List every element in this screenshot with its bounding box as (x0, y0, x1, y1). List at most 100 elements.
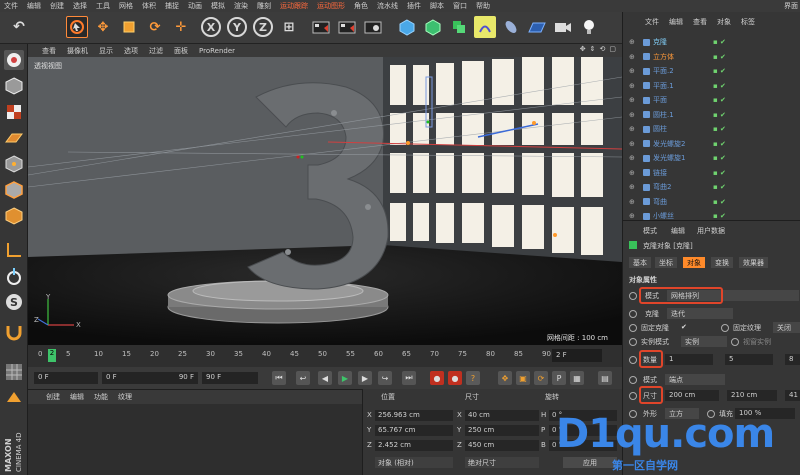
coord-mode-dropdown[interactable]: 对象 (相对) (375, 457, 453, 468)
visibility-check-icon[interactable]: ▪ ✔ (713, 53, 726, 61)
scale-tool-icon[interactable] (118, 16, 140, 38)
prev-key-icon[interactable]: ↩ (296, 371, 310, 385)
pos-x-field[interactable]: 256.963 cm (375, 410, 453, 421)
object-name[interactable]: 立方体 (653, 52, 674, 62)
next-key-icon[interactable]: ↪ (378, 371, 392, 385)
menu-plugins[interactable]: 插件 (407, 1, 421, 11)
key-param-icon[interactable]: P (552, 371, 566, 385)
autokey-icon[interactable]: ● (448, 371, 462, 385)
object-row[interactable]: ⊕ 弯曲2 ▪ ✔ (627, 181, 797, 193)
maximize-icon[interactable]: ▢ (609, 45, 616, 53)
om-menu-edit[interactable]: 编辑 (669, 17, 683, 27)
menu-sculpt[interactable]: 雕刻 (257, 1, 271, 11)
menu-snap[interactable]: 捕捉 (165, 1, 179, 11)
subdivision-icon[interactable] (422, 16, 444, 38)
next-frame-icon[interactable]: ▶ (358, 371, 372, 385)
start-frame-field[interactable]: 0 F (34, 372, 98, 384)
mat-menu-create[interactable]: 创建 (46, 392, 60, 402)
pan-icon[interactable]: ✥ (580, 45, 586, 53)
visibility-check-icon[interactable]: ▪ ✔ (713, 67, 726, 75)
count-y-field[interactable]: 5 (725, 354, 773, 365)
menu-mograph[interactable]: 运动图形 (317, 1, 345, 11)
count-x-field[interactable]: 1 (665, 354, 713, 365)
clone-dropdown[interactable]: 迭代 (667, 308, 733, 319)
menu-character[interactable]: 角色 (354, 1, 368, 11)
object-name[interactable]: 发光螺旋2 (653, 139, 685, 149)
tab-basic[interactable]: 基本 (629, 257, 651, 268)
expand-icon[interactable]: ⊕ (629, 183, 635, 191)
mat-menu-function[interactable]: 功能 (94, 392, 108, 402)
tab-transform[interactable]: 变换 (711, 257, 733, 268)
menu-simulate[interactable]: 模拟 (211, 1, 225, 11)
end-frame-field[interactable]: 90 F (202, 372, 258, 384)
render-view-icon[interactable] (310, 16, 332, 38)
model-mode-icon[interactable] (4, 76, 24, 96)
timeline[interactable]: 0 5 10 15 20 25 30 35 40 45 50 55 60 65 … (28, 345, 622, 367)
key-pla-icon[interactable]: ▦ (570, 371, 584, 385)
visibility-check-icon[interactable]: ▪ ✔ (713, 212, 726, 220)
menu-file[interactable]: 文件 (4, 1, 18, 11)
fix-clone-radio[interactable] (629, 324, 637, 332)
object-name[interactable]: 克隆 (653, 37, 667, 47)
expand-icon[interactable]: ⊕ (629, 140, 635, 148)
clone-radio[interactable] (629, 310, 637, 318)
dolly-icon[interactable]: ⇕ (590, 45, 596, 53)
points-mode-icon[interactable] (4, 154, 24, 174)
render-picture-viewer-icon[interactable] (336, 16, 358, 38)
expand-icon[interactable]: ⊕ (629, 198, 635, 206)
am-menu-mode[interactable]: 模式 (643, 226, 657, 236)
visibility-check-icon[interactable]: ▪ ✔ (713, 140, 726, 148)
size-mode-dropdown[interactable]: 绝对尺寸 (465, 457, 539, 468)
object-name[interactable]: 链接 (653, 168, 667, 178)
expand-icon[interactable]: ⊕ (629, 212, 635, 220)
am-menu-userdata[interactable]: 用户数据 (697, 226, 725, 236)
object-name[interactable]: 平面.2 (653, 66, 674, 76)
expand-icon[interactable]: ⊕ (629, 96, 635, 104)
visibility-check-icon[interactable]: ▪ ✔ (713, 125, 726, 133)
camera-icon[interactable] (552, 16, 574, 38)
workplane-icon[interactable] (4, 128, 24, 148)
cube-icon[interactable] (396, 16, 418, 38)
vp-menu-options[interactable]: 选项 (124, 46, 138, 56)
expand-icon[interactable]: ⊕ (629, 53, 635, 61)
fix-texture-radio[interactable] (721, 324, 729, 332)
capsule-icon[interactable] (500, 16, 522, 38)
pos-z-field[interactable]: 2.452 cm (375, 440, 453, 451)
z-axis-lock[interactable]: Z (252, 16, 274, 38)
bend-deformer-icon[interactable] (474, 16, 496, 38)
count-z-field[interactable]: 8 (785, 354, 800, 365)
y-axis-lock[interactable]: Y (226, 16, 248, 38)
texture-mode-icon[interactable] (4, 102, 24, 122)
tab-coord[interactable]: 坐标 (655, 257, 677, 268)
size-z-field-am[interactable]: 41 (785, 390, 800, 401)
timeline-icon[interactable]: ▤ (598, 371, 612, 385)
size-z-field[interactable]: 450 cm (465, 440, 539, 451)
object-name[interactable]: 平面 (653, 95, 667, 105)
vp-menu-cameras[interactable]: 摄像机 (67, 46, 88, 56)
coordinate-system-icon[interactable]: ⊞ (278, 16, 300, 38)
perspective-viewport[interactable]: 透视视图 Z X Y 网格间距 : 100 cm (28, 57, 622, 345)
cloner-icon[interactable] (448, 16, 470, 38)
visibility-check-icon[interactable]: ▪ ✔ (713, 111, 726, 119)
size-y-field-am[interactable]: 210 cm (727, 390, 777, 401)
object-row[interactable]: ⊕ 弯曲 ▪ ✔ (627, 196, 797, 208)
menu-window[interactable]: 窗口 (453, 1, 467, 11)
render-settings-icon[interactable] (362, 16, 384, 38)
visibility-check-icon[interactable]: ▪ ✔ (713, 169, 726, 177)
object-row[interactable]: ⊕ 平面.2 ▪ ✔ (627, 65, 797, 77)
object-row[interactable]: ⊕ 平面 ▪ ✔ (627, 94, 797, 106)
expand-icon[interactable]: ⊕ (629, 38, 635, 46)
tab-object[interactable]: 对象 (683, 257, 705, 268)
grid-icon[interactable] (4, 362, 24, 382)
expand-icon[interactable]: ⊕ (629, 125, 635, 133)
preview-range-field[interactable]: 0 F 90 F (102, 372, 198, 384)
object-row[interactable]: ⊕ 平面.1 ▪ ✔ (627, 80, 797, 92)
menu-volume[interactable]: 体积 (142, 1, 156, 11)
goto-end-icon[interactable]: ⏭ (402, 371, 416, 385)
rotate-tool-icon[interactable]: ⟳ (144, 16, 166, 38)
key-scale-icon[interactable]: ▣ (516, 371, 530, 385)
polygons-mode-icon[interactable] (4, 206, 24, 226)
mat-menu-texture[interactable]: 纹理 (118, 392, 132, 402)
menu-select[interactable]: 选择 (73, 1, 87, 11)
object-row[interactable]: ⊕ 立方体 ▪ ✔ (627, 51, 797, 63)
